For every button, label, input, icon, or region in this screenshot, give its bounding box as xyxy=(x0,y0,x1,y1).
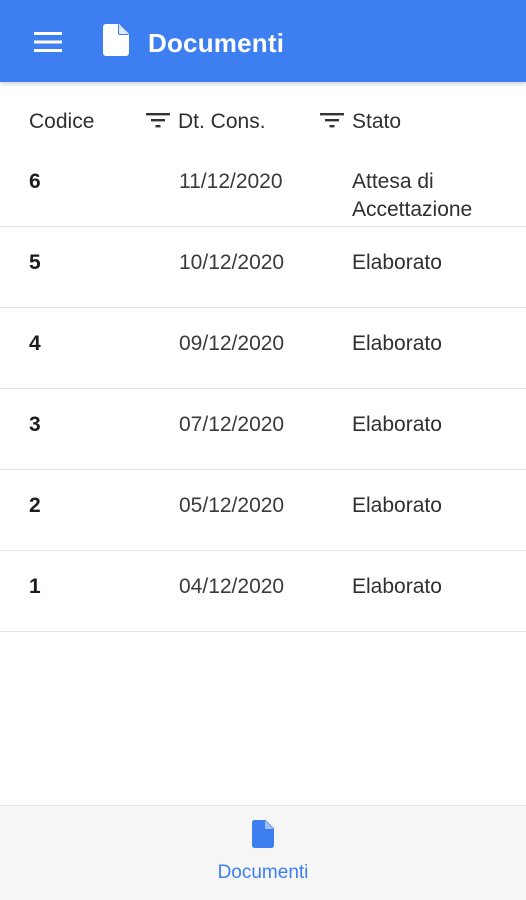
cell-state: Elaborato xyxy=(352,332,442,355)
cell-state: Elaborato xyxy=(352,494,442,517)
app-bar: Documenti xyxy=(0,0,526,82)
bottom-navigation: Documenti xyxy=(0,805,526,900)
document-table: 6 11/12/2020 Attesa di Accettazione 5 10… xyxy=(0,146,526,632)
cell-state: Attesa di Accettazione xyxy=(352,170,473,221)
document-icon xyxy=(103,24,129,56)
filter-icon xyxy=(320,113,344,128)
column-header-code-label: Codice xyxy=(29,110,95,133)
cell-date: 05/12/2020 xyxy=(179,494,285,517)
cell-code: 6 xyxy=(29,170,41,193)
menu-button[interactable] xyxy=(24,22,72,62)
cell-date: 07/12/2020 xyxy=(179,413,285,436)
cell-date: 09/12/2020 xyxy=(179,332,285,355)
cell-code: 3 xyxy=(29,413,41,436)
menu-icon xyxy=(34,32,62,52)
table-row[interactable]: 2 05/12/2020 Elaborato xyxy=(0,470,526,551)
cell-code: 4 xyxy=(29,332,41,355)
nav-item-label: Documenti xyxy=(217,862,309,883)
cell-date: 10/12/2020 xyxy=(179,251,285,274)
cell-code: 2 xyxy=(29,494,41,517)
nav-item-documenti[interactable]: Documenti xyxy=(200,806,326,900)
column-header-code[interactable]: Codice xyxy=(29,108,94,136)
table-row[interactable]: 5 10/12/2020 Elaborato xyxy=(0,227,526,308)
app-screen: Documenti Codice Dt. Cons. Stato 6 11/12… xyxy=(0,0,526,900)
cell-state: Elaborato xyxy=(352,575,442,598)
page-title: Documenti xyxy=(148,28,285,58)
column-header-state[interactable]: Stato xyxy=(320,108,401,136)
table-row[interactable]: 3 07/12/2020 Elaborato xyxy=(0,389,526,470)
cell-date: 11/12/2020 xyxy=(179,170,283,193)
column-header-state-label: Stato xyxy=(352,110,402,133)
table-row[interactable]: 6 11/12/2020 Attesa di Accettazione xyxy=(0,146,526,227)
cell-state: Elaborato xyxy=(352,413,442,436)
table-row[interactable]: 1 04/12/2020 Elaborato xyxy=(0,551,526,632)
column-header-date-label: Dt. Cons. xyxy=(178,110,266,133)
cell-code: 1 xyxy=(29,575,41,598)
table-row[interactable]: 4 09/12/2020 Elaborato xyxy=(0,308,526,389)
cell-state: Elaborato xyxy=(352,251,442,274)
cell-code: 5 xyxy=(29,251,41,274)
document-icon xyxy=(252,820,274,848)
filter-icon xyxy=(146,113,170,128)
table-header: Codice Dt. Cons. Stato xyxy=(0,100,526,144)
cell-date: 04/12/2020 xyxy=(179,575,285,598)
column-header-date[interactable]: Dt. Cons. xyxy=(146,108,266,136)
